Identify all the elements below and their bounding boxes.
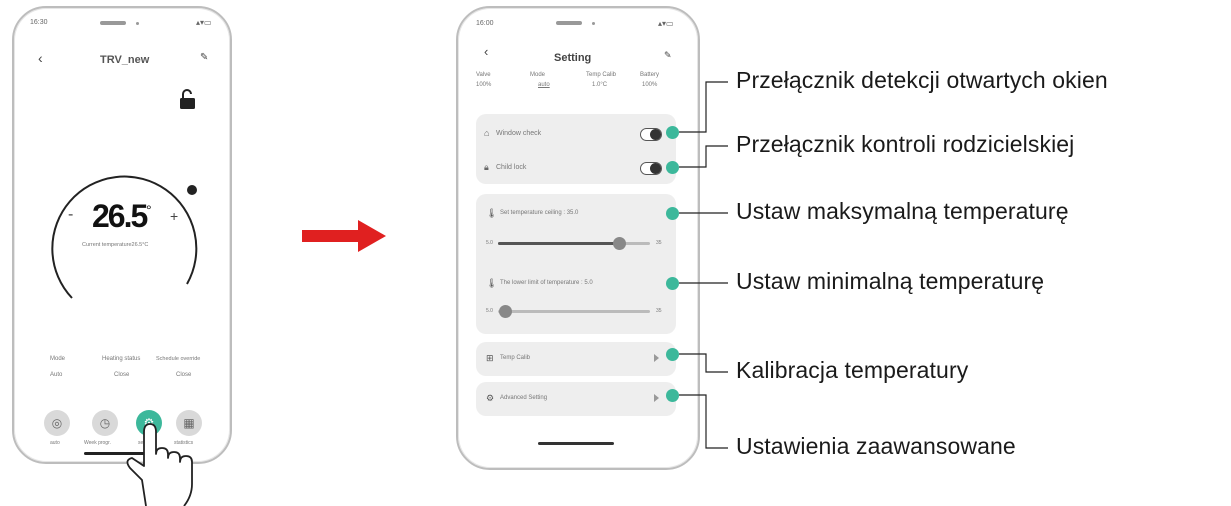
- annotation-window-detection: Przełącznik detekcji otwartych okien: [736, 67, 1108, 93]
- annotation-max-temp: Ustaw maksymalną temperaturę: [736, 198, 1069, 224]
- annotation-advanced: Ustawienia zaawansowane: [736, 433, 1016, 459]
- leader-advanced: [679, 394, 728, 449]
- annotation-min-temp: Ustaw minimalną temperaturę: [736, 268, 1045, 294]
- annotation-child-lock: Przełącznik kontroli rodzicielskiej: [736, 131, 1075, 157]
- leader-child-lock: [679, 145, 728, 168]
- annotation-temp-calib: Kalibracja temperatury: [736, 357, 969, 383]
- leader-window: [679, 81, 728, 133]
- leader-calib: [679, 353, 728, 373]
